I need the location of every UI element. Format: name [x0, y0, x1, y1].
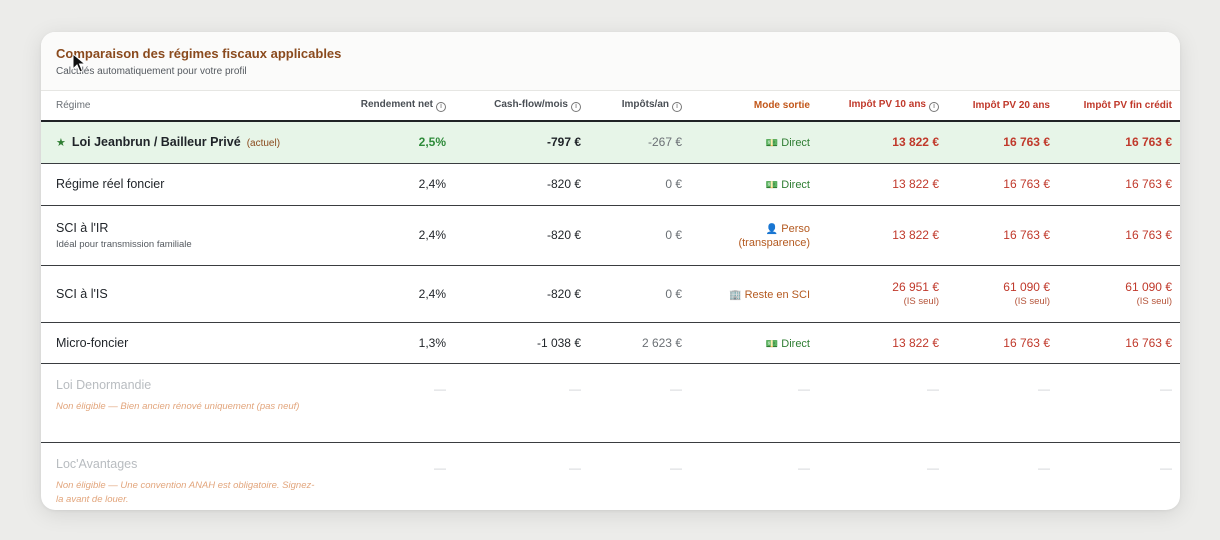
- pv10-value: 13 822 €: [818, 205, 947, 266]
- cashflow-value: -820 €: [454, 265, 589, 323]
- cashflow-value: -797 €: [454, 121, 589, 164]
- current-tag: (actuel): [246, 138, 281, 150]
- table-row[interactable]: Régime réel foncier 2,4% -820 € 0 € 💵 Dir…: [41, 163, 1180, 206]
- ineligible-note: Non éligible — Bien ancien rénové unique…: [56, 400, 300, 412]
- empty-dash: —: [927, 460, 939, 475]
- empty-dash: —: [670, 381, 682, 396]
- regime-name: SCI à l'IR: [56, 220, 109, 235]
- col-mode-sortie[interactable]: Mode sortie: [690, 91, 818, 122]
- pv-note: (IS seul): [1136, 296, 1172, 307]
- building-icon: 🏢: [729, 289, 742, 301]
- pvfin-value: 16 763 €: [1058, 322, 1180, 364]
- regimes-table: Régime Rendement net i Cash-flow/mois i Im…: [41, 91, 1180, 510]
- rendement-value: 2,4%: [301, 205, 454, 266]
- col-regime[interactable]: Régime: [41, 91, 301, 122]
- mode-sortie-value: Perso: [781, 223, 810, 235]
- mode-sortie-value: Direct: [781, 137, 810, 150]
- pv10-value: 13 822 €: [818, 163, 947, 206]
- empty-dash: —: [434, 460, 446, 475]
- pv20-value: 61 090 €: [1003, 280, 1050, 294]
- pvfin-value: 16 763 €: [1058, 121, 1180, 164]
- pv20-value: 16 763 €: [947, 205, 1058, 266]
- empty-dash: —: [569, 460, 581, 475]
- table-row[interactable]: SCI à l'IS 2,4% -820 € 0 € 🏢 Reste en SCI…: [41, 265, 1180, 323]
- cashflow-value: -820 €: [454, 205, 589, 266]
- pv-note: (IS seul): [1014, 296, 1050, 307]
- empty-dash: —: [1038, 460, 1050, 475]
- regime-name: Régime réel foncier: [41, 163, 301, 206]
- card-title: Comparaison des régimes fiscaux applicab…: [56, 46, 342, 61]
- rendement-value: 2,4%: [301, 265, 454, 323]
- col-impots[interactable]: Impôts/an i: [589, 91, 690, 122]
- empty-dash: —: [569, 381, 581, 396]
- empty-dash: —: [927, 381, 939, 396]
- mode-sortie-detail: (transparence): [738, 237, 810, 249]
- empty-dash: —: [798, 381, 810, 396]
- regime-name: Loi Jeanbrun / Bailleur Privé: [71, 135, 241, 150]
- cash-icon: 💵: [765, 138, 779, 150]
- empty-dash: —: [670, 460, 682, 475]
- pv20-value: 16 763 €: [947, 163, 1058, 206]
- card-header: Comparaison des régimes fiscaux applicab…: [41, 32, 1180, 91]
- impots-value: 0 €: [589, 163, 690, 206]
- empty-dash: —: [798, 460, 810, 475]
- pv20-value: 16 763 €: [947, 121, 1058, 164]
- regime-name: Micro-foncier: [41, 322, 301, 364]
- impots-value: 0 €: [589, 205, 690, 266]
- pv10-value: 13 822 €: [818, 322, 947, 364]
- rendement-value: 1,3%: [301, 322, 454, 364]
- empty-dash: —: [1160, 460, 1172, 475]
- pv20-value: 16 763 €: [947, 322, 1058, 364]
- star-icon: ★: [56, 137, 66, 150]
- col-pv20[interactable]: Impôt PV 20 ans: [947, 91, 1058, 122]
- impots-value: -267 €: [589, 121, 690, 164]
- mouse-cursor-icon: [72, 53, 86, 73]
- impots-value: 2 623 €: [589, 322, 690, 364]
- info-icon[interactable]: i: [571, 102, 581, 112]
- pvfin-value: 16 763 €: [1058, 205, 1180, 266]
- empty-dash: —: [1160, 381, 1172, 396]
- table-row-disabled: Loc'Avantages Non éligible — Une convent…: [41, 442, 1180, 510]
- info-icon[interactable]: i: [672, 102, 682, 112]
- table-row[interactable]: SCI à l'IR Idéal pour transmission famil…: [41, 205, 1180, 266]
- table-row-disabled: Loi Denormandie Non éligible — Bien anci…: [41, 363, 1180, 443]
- regime-name: Loc'Avantages: [56, 456, 138, 471]
- cash-icon: 💵: [765, 338, 779, 350]
- regimes-comparison-card: Comparaison des régimes fiscaux applicab…: [41, 32, 1180, 510]
- mode-sortie-value: Direct: [781, 179, 810, 191]
- regime-name: SCI à l'IS: [41, 265, 301, 323]
- empty-dash: —: [1038, 381, 1050, 396]
- table-header-row: Régime Rendement net i Cash-flow/mois i Im…: [41, 91, 1180, 122]
- rendement-value: 2,4%: [301, 163, 454, 206]
- cash-icon: 💵: [765, 180, 779, 191]
- pvfin-value: 16 763 €: [1058, 163, 1180, 206]
- col-rendement[interactable]: Rendement net i: [301, 91, 454, 122]
- regime-name: Loi Denormandie: [56, 377, 152, 392]
- info-icon[interactable]: i: [436, 102, 446, 112]
- impots-value: 0 €: [589, 265, 690, 323]
- info-icon[interactable]: i: [929, 102, 939, 112]
- mode-sortie-value: Reste en SCI: [744, 288, 810, 301]
- pvfin-value: 61 090 €: [1125, 280, 1172, 294]
- col-pvfin[interactable]: Impôt PV fin crédit: [1058, 91, 1180, 122]
- regime-subtitle: Idéal pour transmission familiale: [56, 238, 192, 250]
- pv10-value: 13 822 €: [818, 121, 947, 164]
- pv10-value: 26 951 €: [892, 280, 939, 294]
- pv-note: (IS seul): [903, 296, 939, 307]
- col-pv10[interactable]: Impôt PV 10 ans i: [818, 91, 947, 122]
- col-cashflow[interactable]: Cash-flow/mois i: [454, 91, 589, 122]
- empty-dash: —: [434, 381, 446, 396]
- rendement-value: 2,5%: [301, 121, 454, 164]
- person-icon: 👤: [765, 224, 779, 235]
- cashflow-value: -1 038 €: [454, 322, 589, 364]
- ineligible-note: Non éligible — Une convention ANAH est o…: [56, 479, 315, 505]
- table-row[interactable]: ★ Loi Jeanbrun / Bailleur Privé (actuel) 2…: [41, 121, 1180, 164]
- cashflow-value: -820 €: [454, 163, 589, 206]
- mode-sortie-value: Direct: [781, 337, 810, 350]
- table-row[interactable]: Micro-foncier 1,3% -1 038 € 2 623 € 💵 Dir…: [41, 322, 1180, 364]
